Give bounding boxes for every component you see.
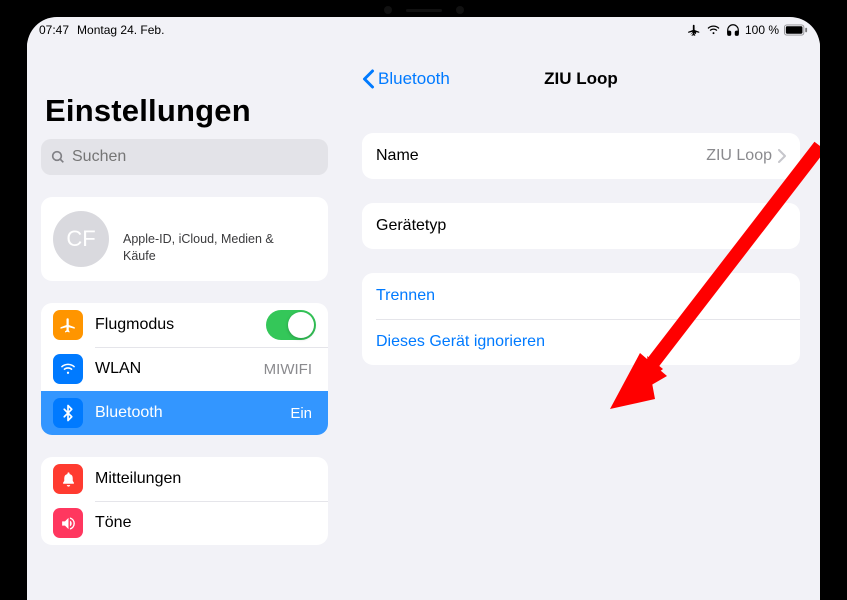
status-icons: 100 % bbox=[687, 23, 808, 37]
bluetooth-value: Ein bbox=[290, 405, 312, 422]
wlan-label: WLAN bbox=[95, 360, 264, 378]
alerts-group: Mitteilungen Töne bbox=[41, 457, 328, 545]
bell-icon bbox=[53, 464, 83, 494]
airplane-icon bbox=[53, 310, 83, 340]
wifi-icon bbox=[706, 24, 721, 36]
account-group: CF Apple-ID, iCloud, Medien & Käufe bbox=[41, 197, 328, 281]
status-time: 07:47 bbox=[39, 23, 69, 37]
headphones-icon bbox=[726, 23, 740, 37]
search-field[interactable] bbox=[41, 139, 328, 175]
device-notch bbox=[379, 6, 469, 14]
status-bar: 07:47 Montag 24. Feb. 100 % bbox=[27, 17, 820, 41]
name-label: Name bbox=[376, 147, 419, 165]
device-name-row[interactable]: Name ZIU Loop bbox=[362, 133, 800, 179]
search-input[interactable] bbox=[72, 148, 319, 166]
connectivity-group: Flugmodus WLAN MIWIFI Blu bbox=[41, 303, 328, 435]
wlan-row[interactable]: WLAN MIWIFI bbox=[41, 347, 328, 391]
detail-header: Bluetooth ZIU Loop bbox=[362, 49, 800, 109]
settings-sidebar[interactable]: Einstellungen CF Apple-ID, iCloud, Medie… bbox=[27, 41, 342, 600]
page-title: Einstellungen bbox=[45, 93, 328, 129]
chevron-left-icon bbox=[362, 69, 375, 89]
actions-group: Trennen Dieses Gerät ignorieren bbox=[362, 273, 800, 365]
avatar: CF bbox=[53, 211, 109, 267]
airplane-toggle[interactable] bbox=[266, 310, 316, 340]
speaker-icon bbox=[53, 508, 83, 538]
account-subtitle: Apple-ID, iCloud, Medien & Käufe bbox=[123, 231, 283, 265]
status-date: Montag 24. Feb. bbox=[77, 23, 164, 37]
screen: 07:47 Montag 24. Feb. 100 % Einstellunge… bbox=[27, 17, 820, 600]
disconnect-button[interactable]: Trennen bbox=[362, 273, 800, 319]
type-group: Gerätetyp bbox=[362, 203, 800, 249]
notifications-row[interactable]: Mitteilungen bbox=[41, 457, 328, 501]
wifi-settings-icon bbox=[53, 354, 83, 384]
back-label: Bluetooth bbox=[378, 69, 450, 89]
battery-icon bbox=[784, 24, 808, 36]
airplane-label: Flugmodus bbox=[95, 316, 266, 334]
airplane-mode-icon bbox=[687, 23, 701, 37]
forget-label: Dieses Gerät ignorieren bbox=[376, 333, 545, 351]
apple-id-row[interactable]: CF Apple-ID, iCloud, Medien & Käufe bbox=[41, 197, 328, 281]
device-type-row[interactable]: Gerätetyp bbox=[362, 203, 800, 249]
type-label: Gerätetyp bbox=[376, 217, 446, 235]
name-value: ZIU Loop bbox=[706, 147, 772, 165]
forget-device-button[interactable]: Dieses Gerät ignorieren bbox=[362, 319, 800, 365]
detail-pane: Bluetooth ZIU Loop Name ZIU Loop bbox=[342, 41, 820, 600]
chevron-right-icon bbox=[778, 149, 786, 163]
search-icon bbox=[50, 149, 66, 165]
back-button[interactable]: Bluetooth bbox=[362, 69, 450, 89]
wlan-value: MIWIFI bbox=[264, 361, 312, 378]
airplane-mode-row[interactable]: Flugmodus bbox=[41, 303, 328, 347]
device-bezel: 07:47 Montag 24. Feb. 100 % Einstellunge… bbox=[0, 0, 847, 600]
name-group: Name ZIU Loop bbox=[362, 133, 800, 179]
sounds-row[interactable]: Töne bbox=[41, 501, 328, 545]
notifications-label: Mitteilungen bbox=[95, 470, 316, 488]
battery-percent: 100 % bbox=[745, 23, 779, 37]
bluetooth-icon bbox=[53, 398, 83, 428]
sounds-label: Töne bbox=[95, 514, 316, 532]
disconnect-label: Trennen bbox=[376, 287, 435, 305]
bluetooth-label: Bluetooth bbox=[95, 404, 290, 422]
bluetooth-row[interactable]: Bluetooth Ein bbox=[41, 391, 328, 435]
